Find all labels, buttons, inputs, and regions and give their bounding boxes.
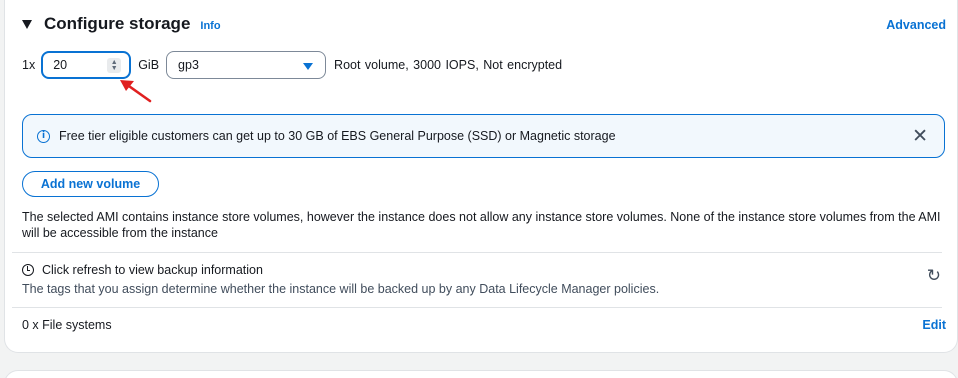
divider xyxy=(12,252,942,253)
info-link[interactable]: Info xyxy=(200,20,220,32)
clock-icon xyxy=(22,264,34,276)
backup-title-text: Click refresh to view backup information xyxy=(42,263,263,277)
alert-text: Free tier eligible customers can get up … xyxy=(59,129,616,143)
volume-description: Root volume, 3000 IOPS, Not encrypted xyxy=(334,58,563,72)
volume-multiplier: 1x xyxy=(22,58,36,72)
section-title: Configure storage xyxy=(44,14,191,33)
refresh-icon[interactable]: ↻ xyxy=(927,266,941,286)
info-circle-icon: i xyxy=(37,129,50,143)
close-icon[interactable]: ✕ xyxy=(912,126,928,146)
free-tier-alert: i Free tier eligible customers can get u… xyxy=(22,114,945,158)
stepper-icon[interactable]: ▲ ▼ xyxy=(107,58,122,73)
next-panel xyxy=(4,370,958,378)
edit-file-systems-link[interactable]: Edit xyxy=(922,318,946,332)
volume-type-value: gp3 xyxy=(178,58,199,72)
expand-caret-icon[interactable] xyxy=(22,19,32,29)
backup-subtitle: The tags that you assign determine wheth… xyxy=(22,282,660,296)
volume-unit: GiB xyxy=(138,58,160,72)
annotation-arrow-icon xyxy=(120,80,152,103)
divider xyxy=(12,307,942,308)
volume-type-select[interactable]: gp3 xyxy=(166,51,327,79)
ami-instance-store-note: The selected AMI contains instance store… xyxy=(22,210,941,240)
backup-info-title: Click refresh to view backup information xyxy=(22,263,263,277)
volume-size-value[interactable]: 20 xyxy=(53,58,67,72)
file-systems-label: 0 x File systems xyxy=(22,318,112,332)
add-new-volume-button[interactable]: Add new volume xyxy=(22,171,159,197)
volume-row: 1x 20 ▲ ▼ GiB gp3 Root volume, 3000 IOPS,… xyxy=(22,51,562,79)
dropdown-caret-icon xyxy=(303,63,314,70)
advanced-link[interactable]: Advanced xyxy=(886,18,946,32)
section-header: Configure storage Info xyxy=(22,14,221,34)
